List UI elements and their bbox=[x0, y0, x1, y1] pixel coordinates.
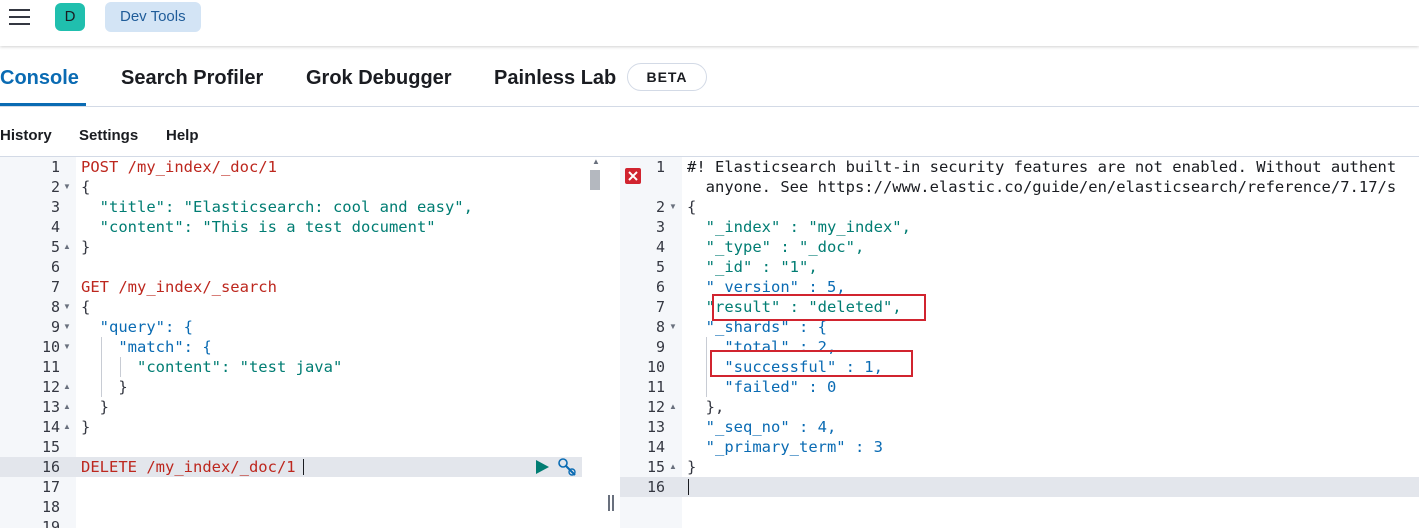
text-cursor bbox=[303, 459, 304, 475]
line-number: 3 bbox=[655, 218, 665, 236]
line-number: 6 bbox=[50, 258, 60, 276]
response-editor: 1 2 3 4 5 6 7 8 9 10 11 12 13 14 15 16 ▼… bbox=[620, 157, 1419, 528]
request-scrollbar[interactable] bbox=[590, 170, 600, 190]
line-number: 6 bbox=[655, 278, 665, 296]
code-line: DELETE /my_index/_doc/1 bbox=[81, 458, 296, 476]
fold-open-icon[interactable]: ▼ bbox=[63, 317, 71, 337]
space-avatar[interactable]: D bbox=[55, 3, 85, 31]
line-number: 2 bbox=[655, 198, 665, 216]
code-line: } bbox=[81, 378, 128, 396]
successful-highlight-box bbox=[710, 350, 913, 377]
code-line: } bbox=[81, 398, 109, 416]
fold-open-icon[interactable]: ▼ bbox=[63, 177, 71, 197]
line-number: 15 bbox=[646, 458, 665, 476]
line-number: 9 bbox=[50, 318, 60, 336]
line-number: 9 bbox=[655, 338, 665, 356]
line-number: 5 bbox=[50, 238, 60, 256]
response-line: "failed" : 0 bbox=[687, 378, 837, 396]
breadcrumb-dev-tools[interactable]: Dev Tools bbox=[105, 2, 201, 32]
code-line: "content": "test java" bbox=[81, 358, 343, 376]
line-number: 1 bbox=[655, 158, 665, 176]
dev-tools-tabs: Console Search Profiler Grok Debugger Pa… bbox=[0, 56, 1419, 107]
line-number: 10 bbox=[646, 358, 665, 376]
fold-close-icon[interactable]: ▲ bbox=[63, 237, 71, 257]
line-number: 5 bbox=[655, 258, 665, 276]
line-number: 11 bbox=[646, 378, 665, 396]
scroll-up-icon[interactable]: ▲ bbox=[592, 157, 600, 166]
fold-open-icon[interactable]: ▼ bbox=[669, 197, 677, 217]
response-line: "_index" : "my_index", bbox=[687, 218, 911, 236]
line-number: 4 bbox=[50, 218, 60, 236]
response-line: "_type" : "_doc", bbox=[687, 238, 865, 256]
line-number: 8 bbox=[655, 318, 665, 336]
code-line: { bbox=[81, 178, 91, 196]
app-header: D Dev Tools bbox=[0, 0, 1419, 46]
tab-console[interactable]: Console bbox=[0, 56, 86, 106]
fold-open-icon[interactable]: ▼ bbox=[63, 337, 71, 357]
line-number: 14 bbox=[646, 438, 665, 456]
response-line: "_id" : "1", bbox=[687, 258, 818, 276]
code-line: "match": { bbox=[81, 338, 212, 356]
code-line: POST /my_index/_doc/1 bbox=[81, 158, 277, 176]
settings-button[interactable]: Settings bbox=[79, 127, 138, 144]
line-number: 12 bbox=[646, 398, 665, 416]
fold-close-icon[interactable]: ▲ bbox=[63, 417, 71, 437]
response-line: } bbox=[687, 458, 697, 476]
line-number: 19 bbox=[41, 518, 60, 528]
line-number: 8 bbox=[50, 298, 60, 316]
line-number: 2 bbox=[50, 178, 60, 196]
warning-line: #! Elasticsearch built-in security featu… bbox=[687, 158, 1397, 176]
help-button[interactable]: Help bbox=[166, 127, 199, 144]
fold-close-icon[interactable]: ▲ bbox=[63, 397, 71, 417]
line-number: 10 bbox=[41, 338, 60, 356]
line-number: 14 bbox=[41, 418, 60, 436]
response-line: "_seq_no" : 4, bbox=[687, 418, 837, 436]
code-line: { bbox=[81, 298, 91, 316]
response-line: { bbox=[687, 198, 697, 216]
line-number: 15 bbox=[41, 438, 60, 456]
active-line-highlight bbox=[620, 477, 1419, 497]
wrench-icon[interactable] bbox=[557, 457, 577, 477]
fold-close-icon[interactable]: ▲ bbox=[63, 377, 71, 397]
line-number: 16 bbox=[41, 458, 60, 476]
line-number: 7 bbox=[655, 298, 665, 316]
line-number: 18 bbox=[41, 498, 60, 516]
text-cursor bbox=[688, 479, 689, 495]
fold-open-icon[interactable]: ▼ bbox=[669, 317, 677, 337]
code-line: GET /my_index/_search bbox=[81, 278, 277, 296]
line-number: 1 bbox=[50, 158, 60, 176]
result-highlight-box bbox=[712, 294, 926, 321]
request-editor[interactable]: 1 2 3 4 5 6 7 8 9 10 11 12 13 14 15 16 1… bbox=[0, 157, 605, 528]
line-number: 12 bbox=[41, 378, 60, 396]
code-line: } bbox=[81, 238, 91, 256]
code-line: "content": "This is a test document" bbox=[81, 218, 436, 236]
line-number: 16 bbox=[646, 478, 665, 496]
tab-search-profiler[interactable]: Search Profiler bbox=[121, 56, 263, 106]
line-number: 13 bbox=[41, 398, 60, 416]
response-line: }, bbox=[687, 398, 725, 416]
menu-icon[interactable] bbox=[9, 9, 31, 27]
console-toolbar: History Settings Help bbox=[0, 107, 1419, 157]
line-number: 7 bbox=[50, 278, 60, 296]
pane-resize-handle[interactable] bbox=[608, 495, 614, 511]
line-number: 17 bbox=[41, 478, 60, 496]
tab-painless-lab[interactable]: Painless Lab bbox=[494, 56, 616, 106]
warning-line: anyone. See https://www.elastic.co/guide… bbox=[687, 178, 1397, 196]
play-icon[interactable] bbox=[534, 459, 550, 475]
code-line: } bbox=[81, 418, 91, 436]
code-line: "query": { bbox=[81, 318, 193, 336]
code-line: "title": "Elasticsearch: cool and easy", bbox=[81, 198, 473, 216]
line-number: 4 bbox=[655, 238, 665, 256]
history-button[interactable]: History bbox=[0, 127, 52, 144]
fold-open-icon[interactable]: ▼ bbox=[63, 297, 71, 317]
fold-close-icon[interactable]: ▲ bbox=[669, 397, 677, 417]
line-number: 13 bbox=[646, 418, 665, 436]
fold-close-icon[interactable]: ▲ bbox=[669, 457, 677, 477]
response-line: "_primary_term" : 3 bbox=[687, 438, 883, 456]
beta-badge: BETA bbox=[627, 63, 707, 91]
line-number: 11 bbox=[41, 358, 60, 376]
line-number: 3 bbox=[50, 198, 60, 216]
tab-grok-debugger[interactable]: Grok Debugger bbox=[306, 56, 452, 106]
